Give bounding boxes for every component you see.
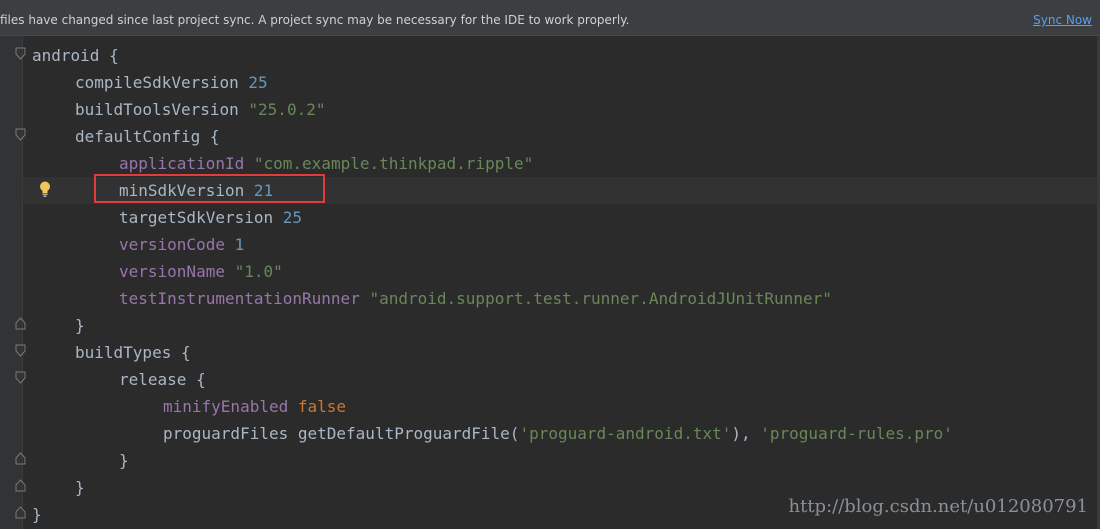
property-key: targetSdkVersion bbox=[119, 208, 274, 227]
block-name: release bbox=[119, 370, 187, 389]
code-line: testInstrumentationRunner "android.suppo… bbox=[0, 285, 1100, 312]
paren-open: ( bbox=[509, 424, 520, 443]
brace: } bbox=[32, 505, 42, 524]
code-line: targetSdkVersion 25 bbox=[0, 204, 1100, 231]
property-value: 25 bbox=[248, 73, 268, 92]
property-value: "android.support.test.runner.AndroidJUni… bbox=[369, 289, 832, 308]
brace: } bbox=[75, 478, 85, 497]
brace: { bbox=[200, 127, 220, 146]
property-key: applicationId bbox=[119, 154, 245, 173]
code-editor[interactable]: android { compileSdkVersion 25 buildTool… bbox=[0, 42, 1100, 528]
property-value: "25.0.2" bbox=[248, 100, 326, 119]
code-line: compileSdkVersion 25 bbox=[0, 69, 1100, 96]
paren-close: ), bbox=[731, 424, 751, 443]
code-line: versionCode 1 bbox=[0, 231, 1100, 258]
code-line: versionName "1.0" bbox=[0, 258, 1100, 285]
code-line: release { bbox=[0, 366, 1100, 393]
property-key: versionName bbox=[119, 262, 225, 281]
property-key: minifyEnabled bbox=[163, 397, 289, 416]
brace: } bbox=[119, 451, 129, 470]
code-line: applicationId "com.example.thinkpad.ripp… bbox=[0, 150, 1100, 177]
property-key: versionCode bbox=[119, 235, 225, 254]
property-key: testInstrumentationRunner bbox=[119, 289, 360, 308]
block-name: buildTypes bbox=[75, 343, 172, 362]
brace: { bbox=[186, 370, 206, 389]
sync-notification-banner: files have changed since last project sy… bbox=[0, 0, 1100, 36]
function-call: getDefaultProguardFile bbox=[297, 424, 510, 443]
code-line: defaultConfig { bbox=[0, 123, 1100, 150]
block-name: android bbox=[32, 46, 100, 65]
annotation-highlight-box bbox=[94, 174, 325, 203]
watermark: http://blog.csdn.net/u012080791 bbox=[788, 496, 1089, 517]
property-value: "com.example.thinkpad.ripple" bbox=[253, 154, 534, 173]
code-line: } bbox=[0, 312, 1100, 339]
property-value: 1 bbox=[234, 235, 245, 254]
brace: { bbox=[99, 46, 119, 65]
property-value: "1.0" bbox=[234, 262, 283, 281]
brace: } bbox=[75, 316, 85, 335]
property-value: false bbox=[297, 397, 347, 416]
code-line: minifyEnabled false bbox=[0, 393, 1100, 420]
string-argument: 'proguard-android.txt' bbox=[519, 424, 732, 443]
sync-notification-message: files have changed since last project sy… bbox=[0, 13, 630, 27]
code-line: proguardFiles getDefaultProguardFile('pr… bbox=[0, 420, 1100, 447]
ide-editor-window: files have changed since last project sy… bbox=[0, 0, 1100, 529]
string-argument: 'proguard-rules.pro' bbox=[760, 424, 953, 443]
code-line: } bbox=[0, 447, 1100, 474]
code-line: buildToolsVersion "25.0.2" bbox=[0, 96, 1100, 123]
block-name: defaultConfig bbox=[75, 127, 201, 146]
code-line: android { bbox=[0, 42, 1100, 69]
code-line: buildTypes { bbox=[0, 339, 1100, 366]
sync-now-link[interactable]: Sync Now bbox=[1033, 13, 1092, 27]
property-key: proguardFiles bbox=[163, 424, 289, 443]
brace: { bbox=[171, 343, 191, 362]
property-key: buildToolsVersion bbox=[75, 100, 239, 119]
property-key: compileSdkVersion bbox=[75, 73, 239, 92]
property-value: 25 bbox=[282, 208, 303, 227]
